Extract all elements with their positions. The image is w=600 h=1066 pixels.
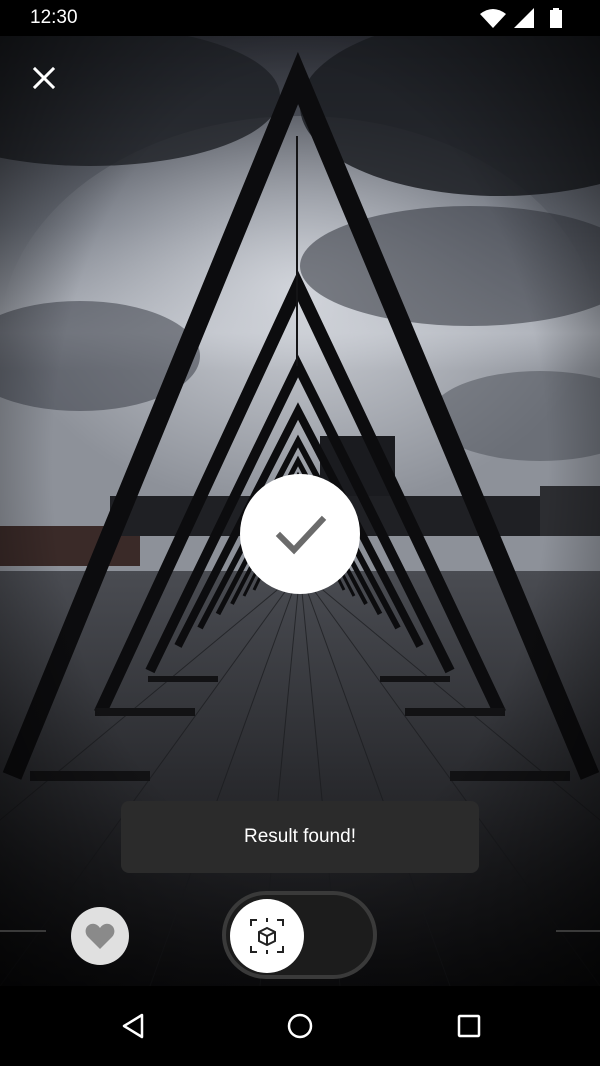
wifi-icon xyxy=(480,9,506,28)
nav-back-button[interactable] xyxy=(111,1004,155,1048)
back-triangle-icon xyxy=(122,1013,144,1039)
status-icons xyxy=(480,8,562,28)
toggle-knob[interactable] xyxy=(230,899,304,973)
heart-icon xyxy=(85,923,115,949)
favorite-button[interactable] xyxy=(71,907,129,965)
ar-mode-toggle[interactable] xyxy=(222,891,377,979)
divider-right xyxy=(556,930,600,932)
close-button[interactable] xyxy=(26,60,62,96)
status-bar: 12:30 xyxy=(0,0,600,36)
divider-left xyxy=(0,930,46,932)
result-check-indicator xyxy=(240,474,360,594)
checkmark-icon xyxy=(275,515,327,555)
battery-icon xyxy=(550,8,562,28)
camera-result-screen: 12:30 Result found! xyxy=(0,0,600,1066)
status-time: 12:30 xyxy=(30,7,78,28)
nav-recents-button[interactable] xyxy=(447,1004,491,1048)
system-nav-bar xyxy=(0,986,600,1066)
home-circle-icon xyxy=(287,1013,313,1039)
nav-home-button[interactable] xyxy=(278,1004,322,1048)
toast-message: Result found! xyxy=(244,826,356,847)
recents-square-icon xyxy=(457,1014,481,1038)
ar-cube-icon xyxy=(250,918,284,954)
cellular-signal-icon xyxy=(514,8,534,28)
result-toast: Result found! xyxy=(121,801,479,873)
close-icon xyxy=(32,66,56,90)
